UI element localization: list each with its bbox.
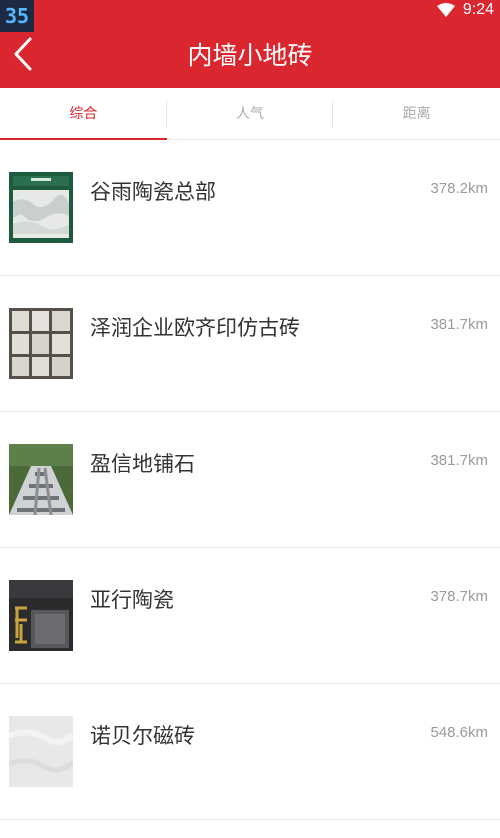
store-distance: 548.6km <box>430 724 488 741</box>
store-name: 亚行陶瓷 <box>90 588 174 612</box>
store-thumbnail <box>9 444 73 515</box>
store-name: 盈信地铺石 <box>90 452 195 476</box>
tab-popularity[interactable]: 人气 <box>167 88 334 140</box>
tab-label: 综合 <box>69 106 98 122</box>
list-item[interactable]: 盈信地铺石 381.7km <box>0 412 500 548</box>
list-item[interactable]: 谷雨陶瓷总部 378.2km <box>0 140 500 276</box>
store-distance: 381.7km <box>430 316 488 333</box>
status-time: 9:24 <box>462 1 494 18</box>
list-item[interactable]: 诺贝尔磁砖 548.6km <box>0 684 500 820</box>
sort-tabs: 综合 人气 距离 <box>0 88 500 140</box>
app-bar: 35 9:24 内墙小地砖 <box>0 0 500 88</box>
tab-comprehensive[interactable]: 综合 <box>0 88 167 140</box>
tab-label: 距离 <box>402 106 431 122</box>
page-title: 内墙小地砖 <box>187 41 313 70</box>
wifi-icon <box>436 3 455 17</box>
store-list: 谷雨陶瓷总部 378.2km 泽润企业欧齐印仿古砖 381.7km 盈信地铺石 … <box>0 140 500 820</box>
store-name: 泽润企业欧齐印仿古砖 <box>90 316 300 340</box>
store-distance: 381.7km <box>430 452 488 469</box>
store-thumbnail <box>9 308 73 379</box>
store-thumbnail <box>9 716 73 787</box>
store-distance: 378.2km <box>430 180 488 197</box>
status-bar: 9:24 <box>436 0 494 20</box>
tab-label: 人气 <box>235 106 264 122</box>
notification-badge: 35 <box>0 0 34 32</box>
tab-distance[interactable]: 距离 <box>333 88 500 140</box>
store-name: 谷雨陶瓷总部 <box>90 180 216 204</box>
store-distance: 378.7km <box>430 588 488 605</box>
list-item[interactable]: 泽润企业欧齐印仿古砖 381.7km <box>0 276 500 412</box>
list-item[interactable]: 亚行陶瓷 378.7km <box>0 548 500 684</box>
store-thumbnail <box>9 172 73 243</box>
store-thumbnail <box>9 580 73 651</box>
store-name: 诺贝尔磁砖 <box>90 724 195 748</box>
